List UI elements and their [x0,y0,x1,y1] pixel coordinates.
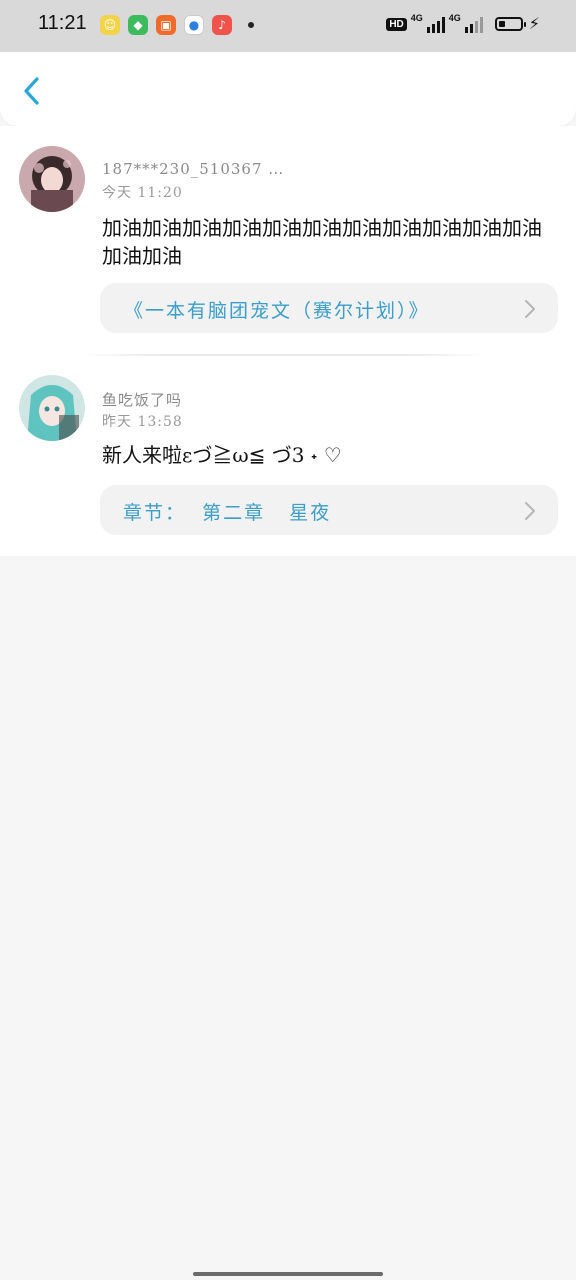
book-reference-title: 《一本有脑团宠文（赛尔计划）》 [124,300,430,322]
home-indicator[interactable] [193,1272,383,1276]
shopping-app-icon: ▣ [156,15,176,35]
comment-username[interactable]: 鱼吃饭了吗 [102,389,182,410]
chevron-right-icon [525,300,535,318]
browser-app-icon: ● [184,15,204,35]
notification-icons: ☺ ◆ ▣ ● ♪ [100,15,254,35]
chapter-reference-title: 章节： 第二章 星夜 [123,502,332,524]
divider [80,354,488,356]
status-time: 11:21 [38,12,87,34]
chapter-reference-card[interactable]: 章节： 第二章 星夜 [100,485,558,535]
comment-username[interactable]: 187***230_510367 … [102,160,284,178]
comment-text: 新人来啦εづ≧ω≦ づ3 ˖ ♡ [102,443,342,467]
signal-icon-sim1: 4G [411,13,445,33]
comment-time: 昨天 13:58 [102,414,183,430]
avatar[interactable] [19,146,85,212]
app-notification-icon: ☺ [100,15,120,35]
avatar[interactable] [19,375,85,441]
top-app-bar [0,52,576,126]
chevron-right-icon [525,502,535,520]
charging-icon: ⚡ [528,14,540,33]
status-bar: 11:21 ☺ ◆ ▣ ● ♪ HD 4G 4G ⚡ [0,0,576,52]
back-arrow-icon[interactable] [18,74,46,108]
comment-time: 今天 11:20 [102,185,183,201]
comment-list: 187***230_510367 … 今天 11:20 加油加油加油加油加油加油… [0,126,576,556]
hd-voice-icon: HD [386,17,407,31]
book-reference-card[interactable]: 《一本有脑团宠文（赛尔计划）》 [100,283,558,333]
comment-text: 加油加油加油加油加油加油加油加油加油加油加油加油加油 [102,216,542,268]
music-app-icon: ♪ [212,15,232,35]
shield-app-icon: ◆ [128,15,148,35]
more-notifications-dot-icon [248,22,254,28]
battery-icon [494,17,526,31]
system-icons: HD 4G 4G ⚡ [386,13,540,33]
signal-icon-sim2: 4G [449,13,483,33]
